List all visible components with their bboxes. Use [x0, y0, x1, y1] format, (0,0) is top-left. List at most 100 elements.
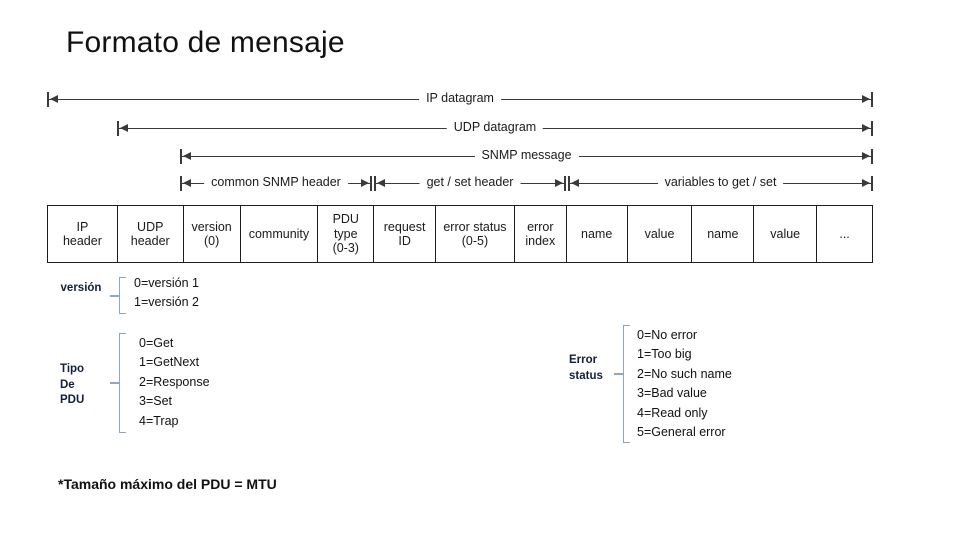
- annotation-item: 1=versión 2: [134, 295, 199, 310]
- annotation-title-pdu-type: Tipo De PDU: [60, 362, 120, 409]
- arrow-tick-left: [180, 176, 182, 191]
- scope-label-udp-datagram: UDP datagram: [446, 116, 544, 138]
- field-box-line1: PDU: [332, 212, 359, 227]
- field-box-ip-header: IP header: [48, 206, 118, 262]
- annotation-item: 5=General error: [637, 425, 726, 440]
- field-box-line1: IP: [76, 219, 89, 234]
- arrow-tick-right: [871, 121, 873, 136]
- annotation-stub-pdu-type: [110, 382, 119, 384]
- annotation-item: 0=Get: [139, 336, 174, 350]
- arrow-tick-right: [564, 176, 566, 191]
- annotation-list-version: 0=versión 1 1=versión 2: [134, 274, 199, 313]
- field-box-value-1: value: [628, 206, 693, 262]
- annotation-item: 2=No such name: [637, 366, 732, 381]
- arrow-head-right-icon: [555, 179, 563, 187]
- field-box-version: version (0): [184, 206, 241, 262]
- arrow-head-left-icon: [183, 179, 191, 187]
- annotation-item: 0=versión 1: [134, 276, 199, 290]
- annotation-stub-version: [110, 295, 119, 297]
- field-box-line1: request: [383, 219, 426, 234]
- annotation-item: 3=Set: [139, 394, 173, 409]
- arrow-tick-right: [871, 149, 873, 164]
- field-box-pdu-type: PDU type (0-3): [318, 206, 375, 262]
- scope-row-udp-datagram: UDP datagram: [117, 116, 873, 139]
- field-box-line1: name: [581, 226, 613, 241]
- arrow-head-right-icon: [862, 124, 870, 132]
- segment-label-get-set-header: get / set header: [419, 171, 521, 193]
- arrow-tick-left: [180, 149, 182, 164]
- annotation-title-line1: Error: [569, 354, 598, 366]
- annotation-bracket-error-status: [623, 325, 630, 443]
- segment-row-get-set-header: get / set header: [374, 171, 566, 194]
- field-box-line2: type: [333, 226, 358, 241]
- annotation-stub-error-status: [614, 373, 623, 375]
- field-box-line1: community: [248, 226, 310, 241]
- message-format-field-row: IP header UDP header version (0) communi…: [47, 205, 873, 263]
- field-box-error-index: error index: [515, 206, 567, 262]
- field-box-line2: header: [62, 234, 102, 248]
- arrow-tick-left: [117, 121, 119, 136]
- field-box-line1: error: [527, 219, 554, 234]
- arrow-tick-left: [568, 176, 570, 191]
- annotation-list-pdu-type: 0=Get 1=GetNext 2=Response 3=Set 4=Trap: [139, 334, 210, 431]
- arrow-tick-left: [47, 92, 49, 107]
- segment-row-common-snmp-header: common SNMP header: [180, 171, 372, 194]
- annotation-item: 2=Response: [139, 374, 210, 389]
- segment-row-variables-to-get-set: variables to get / set: [568, 171, 873, 194]
- scope-label-snmp-message: SNMP message: [474, 144, 579, 166]
- page-title: Formato de mensaje: [66, 26, 345, 59]
- annotation-title-version: versión: [60, 282, 102, 294]
- field-box-line1: version: [191, 219, 232, 234]
- segment-label-common-snmp-header: common SNMP header: [204, 171, 348, 193]
- field-box-line1: value: [770, 226, 801, 241]
- field-box-udp-header: UDP header: [118, 206, 184, 262]
- arrow-head-right-icon: [862, 152, 870, 160]
- annotation-title-line1: Tipo: [60, 363, 85, 375]
- annotation-title-error-status: Error status: [569, 353, 623, 384]
- arrow-tick-right: [871, 176, 873, 191]
- annotation-item: 4=Trap: [139, 413, 179, 428]
- field-box-community: community: [241, 206, 319, 262]
- annotation-title-line3: PDU: [60, 394, 85, 406]
- arrow-head-left-icon: [183, 152, 191, 160]
- field-box-line1: ...: [839, 226, 850, 241]
- annotation-list-error-status: 0=No error 1=Too big 2=No such name 3=Ba…: [637, 326, 732, 442]
- field-box-line1: value: [644, 226, 675, 241]
- footnote-max-pdu-size: *Tamaño máximo del PDU = MTU: [58, 476, 277, 492]
- arrow-head-left-icon: [50, 95, 58, 103]
- field-box-line2: ID: [398, 234, 411, 248]
- arrow-head-right-icon: [862, 179, 870, 187]
- arrow-head-right-icon: [862, 95, 870, 103]
- annotation-item: 3=Bad value: [637, 386, 707, 401]
- field-box-name-1: name: [567, 206, 628, 262]
- field-box-ellipsis: ...: [817, 206, 872, 262]
- field-box-line1: name: [707, 226, 739, 241]
- field-box-request-id: request ID: [374, 206, 437, 262]
- annotation-bracket-version: [119, 277, 126, 314]
- field-box-line2: header: [130, 234, 170, 248]
- annotation-title-line2: status: [569, 369, 603, 382]
- field-box-line3: (0-3): [332, 241, 359, 256]
- arrow-head-left-icon: [120, 124, 128, 132]
- field-box-error-status: error status (0-5): [436, 206, 515, 262]
- field-box-line1: UDP: [137, 219, 164, 234]
- arrow-tick-right: [370, 176, 372, 191]
- field-box-line2: (0): [203, 234, 220, 248]
- segment-label-variables-to-get-set: variables to get / set: [657, 171, 784, 193]
- field-box-name-2: name: [692, 206, 755, 262]
- annotation-title-line2: De: [60, 378, 75, 391]
- annotation-item: 0=No error: [637, 328, 698, 342]
- annotation-item: 1=GetNext: [139, 355, 200, 370]
- arrow-tick-right: [871, 92, 873, 107]
- scope-label-ip-datagram: IP datagram: [419, 87, 501, 109]
- field-box-line2: index: [525, 234, 556, 248]
- arrow-tick-left: [374, 176, 376, 191]
- annotation-item: 1=Too big: [637, 347, 692, 362]
- field-box-line1: error status: [443, 219, 507, 234]
- arrow-head-right-icon: [361, 179, 369, 187]
- scope-row-ip-datagram: IP datagram: [47, 87, 873, 110]
- scope-row-snmp-message: SNMP message: [180, 144, 873, 167]
- annotation-bracket-pdu-type: [119, 333, 126, 433]
- arrow-head-left-icon: [377, 179, 385, 187]
- field-box-value-2: value: [754, 206, 818, 262]
